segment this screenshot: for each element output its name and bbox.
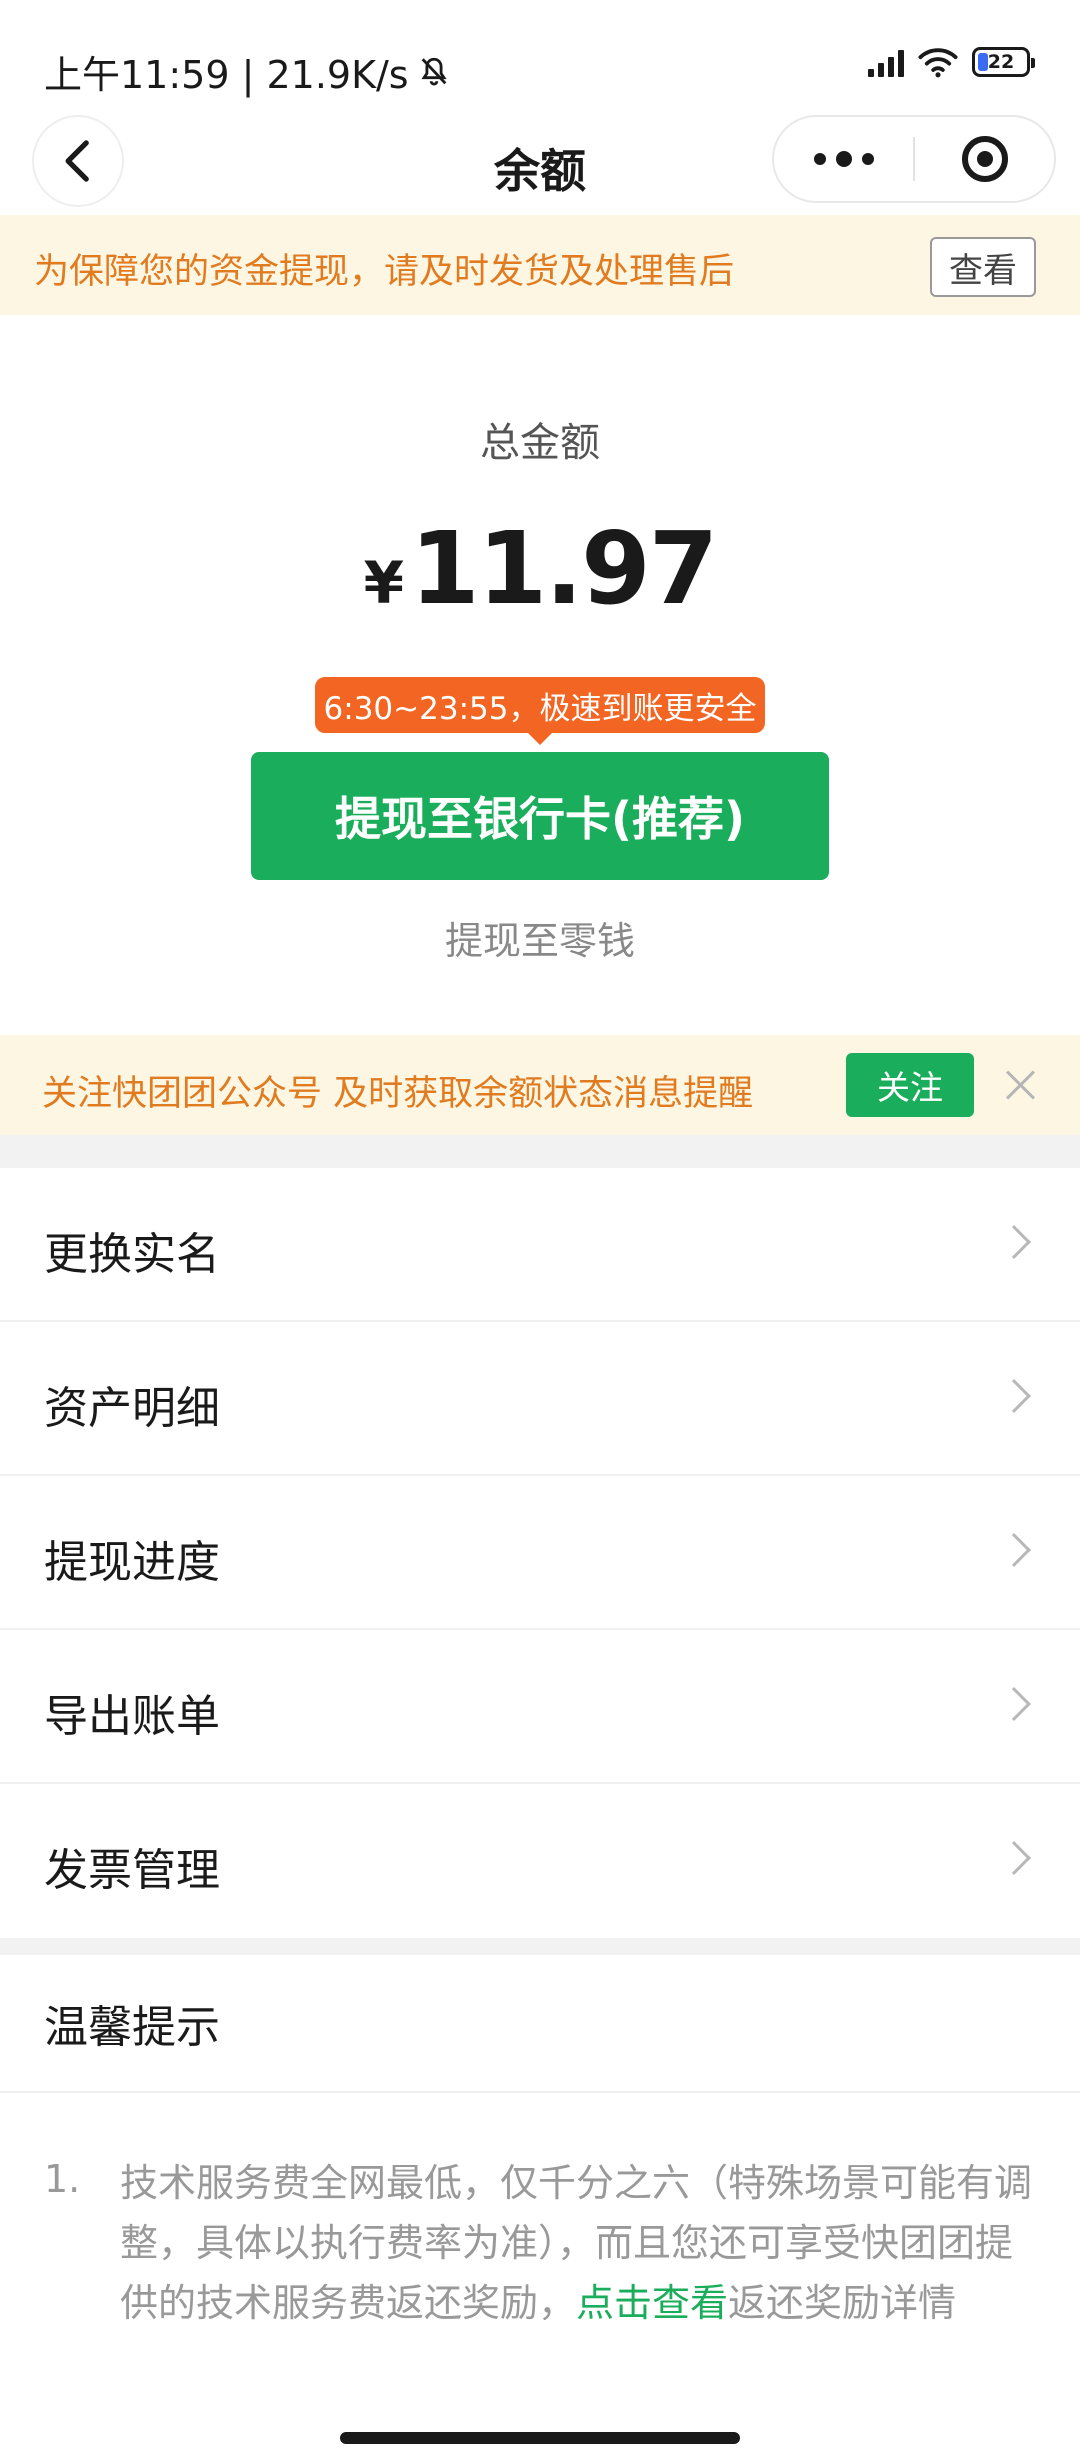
amount-value: 11.97 — [410, 510, 718, 627]
balance-section: 总金额 ¥ 11.97 6:30~23:55，极速到账更安全 提现至银行卡(推荐… — [0, 315, 1080, 1035]
menu-list: 更换实名 资产明细 提现进度 导出账单 发票管理 — [0, 1168, 1080, 1938]
menu-item-invoice-management[interactable]: 发票管理 — [0, 1784, 1080, 1938]
home-indicator — [340, 2432, 740, 2444]
follow-text: 关注快团团公众号 及时获取余额状态消息提醒 — [42, 1074, 754, 1114]
menu-item-label: 资产明细 — [44, 1383, 220, 1434]
status-bar: 上午11:59 | 21.9K/s 22 — [0, 0, 1080, 115]
menu-item-label: 更换实名 — [44, 1229, 220, 1280]
mini-program-capsule — [772, 115, 1056, 203]
balance-amount: ¥ 11.97 — [0, 510, 1080, 627]
signal-icon — [868, 47, 904, 77]
menu-item-label: 发票管理 — [44, 1845, 220, 1896]
chevron-right-icon — [997, 1687, 1031, 1721]
withdraw-notice-bar: 为保障您的资金提现，请及时发货及处理售后 查看 — [0, 215, 1080, 315]
tip-text-after: 返还奖励详情 — [728, 2281, 957, 2325]
status-time: 上午11:59 | 21.9K/s — [44, 44, 451, 99]
battery-level: 22 — [987, 51, 1015, 73]
chevron-right-icon — [997, 1533, 1031, 1567]
menu-item-withdraw-progress[interactable]: 提现进度 — [0, 1476, 1080, 1630]
tips-divider — [0, 2091, 1080, 2093]
menu-item-export-bill[interactable]: 导出账单 — [0, 1630, 1080, 1784]
follow-bar: 关注快团团公众号 及时获取余额状态消息提醒 关注 — [0, 1035, 1080, 1135]
tip-item-number: 1. — [44, 2157, 81, 2201]
more-icon — [813, 153, 826, 165]
bell-muted-icon — [421, 57, 447, 85]
status-icons: 22 — [868, 46, 1035, 78]
status-time-text: 上午11:59 | 21.9K/s — [44, 53, 409, 97]
battery-icon: 22 — [972, 47, 1035, 77]
view-button[interactable]: 查看 — [930, 237, 1036, 297]
menu-item-label: 提现进度 — [44, 1537, 220, 1588]
chevron-right-icon — [997, 1841, 1031, 1875]
currency-symbol: ¥ — [363, 549, 405, 617]
nav-bar: 余额 — [0, 115, 1080, 215]
chevron-right-icon — [997, 1379, 1031, 1413]
balance-label: 总金额 — [480, 420, 600, 466]
wifi-icon — [918, 48, 958, 78]
more-button[interactable] — [774, 117, 913, 201]
withdraw-to-change-link[interactable]: 提现至零钱 — [0, 910, 1080, 965]
menu-item-asset-details[interactable]: 资产明细 — [0, 1322, 1080, 1476]
notice-text: 为保障您的资金提现，请及时发货及处理售后 — [34, 252, 735, 292]
menu-item-label: 导出账单 — [44, 1691, 220, 1742]
menu-item-change-real-name[interactable]: 更换实名 — [0, 1168, 1080, 1322]
close-program-button[interactable] — [915, 117, 1054, 201]
tips-title: 温馨提示 — [44, 2002, 220, 2053]
withdraw-to-bank-button[interactable]: 提现至银行卡(推荐) — [251, 752, 829, 880]
close-icon[interactable] — [1004, 1069, 1036, 1101]
follow-button[interactable]: 关注 — [846, 1053, 974, 1117]
target-icon — [961, 136, 1008, 182]
chevron-right-icon — [997, 1225, 1031, 1259]
view-reward-link[interactable]: 点击查看 — [576, 2281, 728, 2325]
speed-tip-bubble: 6:30~23:55，极速到账更安全 — [315, 677, 765, 745]
tips-section: 温馨提示 1. 技术服务费全网最低，仅千分之六（特殊场景可能有调整，具体以执行费… — [0, 1955, 1080, 2460]
tip-item-text: 技术服务费全网最低，仅千分之六（特殊场景可能有调整，具体以执行费率为准），而且您… — [120, 2153, 1040, 2333]
